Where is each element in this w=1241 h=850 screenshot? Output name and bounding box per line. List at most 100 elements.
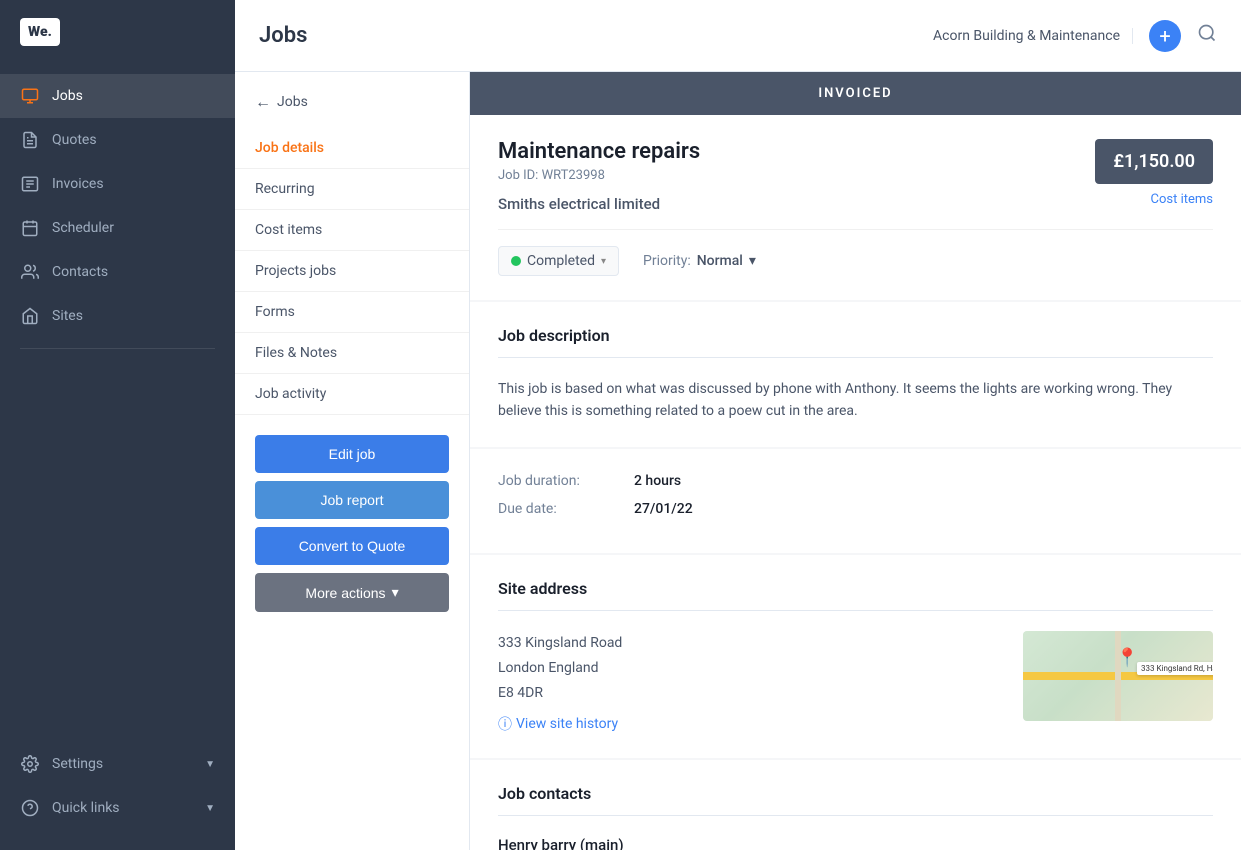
view-history-label: View site history (516, 716, 618, 732)
job-id: Job ID: WRT23998 (498, 168, 700, 183)
address-line-1: 333 Kingsland Road (498, 631, 1003, 656)
scheduler-icon (20, 218, 40, 238)
settings-icon (20, 754, 40, 774)
job-report-button[interactable]: Job report (255, 481, 449, 519)
menu-item-job-activity[interactable]: Job activity (235, 374, 469, 415)
content-area: ← Jobs Job details Recurring Cost items … (235, 72, 1241, 850)
sidebar-settings-label: Settings (52, 756, 103, 772)
status-dot (511, 256, 521, 266)
back-label: Jobs (277, 94, 308, 110)
site-address-card: Site address 333 Kingsland Road London E… (470, 555, 1241, 759)
duration-value: 2 hours (634, 473, 681, 489)
address-line-3: E8 4DR (498, 681, 1003, 706)
action-buttons: Edit job Job report Convert to Quote Mor… (235, 415, 469, 632)
contact-name: Henry barry (main) (498, 836, 1213, 850)
settings-arrow-icon: ▼ (205, 759, 215, 770)
convert-to-quote-button[interactable]: Convert to Quote (255, 527, 449, 565)
menu-item-projects-jobs[interactable]: Projects jobs (235, 251, 469, 292)
job-title: Maintenance repairs (498, 139, 700, 164)
status-row: Completed ▾ Priority: Normal ▾ (498, 229, 1213, 276)
address-line-2: London England (498, 656, 1003, 681)
edit-job-button[interactable]: Edit job (255, 435, 449, 473)
description-title: Job description (498, 326, 1213, 345)
job-info: Maintenance repairs Job ID: WRT23998 Smi… (498, 139, 700, 213)
sidebar-quick-links-label: Quick links (52, 800, 120, 816)
page-title: Jobs (259, 23, 917, 48)
sidebar: We. Jobs Quotes Invoices Scheduler (0, 0, 235, 850)
jobs-icon (20, 86, 40, 106)
map-inner: 📍 333 Kingsland Rd, Haggerston, London..… (1023, 631, 1213, 721)
job-header: Maintenance repairs Job ID: WRT23998 Smi… (498, 139, 1213, 213)
sidebar-item-invoices[interactable]: Invoices (0, 162, 235, 206)
job-header-card: Maintenance repairs Job ID: WRT23998 Smi… (470, 115, 1241, 300)
map-thumbnail[interactable]: 📍 333 Kingsland Rd, Haggerston, London..… (1023, 631, 1213, 721)
quick-links-icon (20, 798, 40, 818)
sidebar-bottom: Settings ▼ Quick links ▼ (0, 732, 235, 850)
sidebar-item-jobs-label: Jobs (52, 88, 83, 104)
due-date-value: 27/01/22 (634, 501, 693, 517)
company-name: Acorn Building & Maintenance (933, 28, 1133, 44)
main-area: Jobs Acorn Building & Maintenance + ← Jo… (235, 0, 1241, 850)
sidebar-item-sites[interactable]: Sites (0, 294, 235, 338)
status-dropdown[interactable]: Completed ▾ (498, 246, 619, 276)
menu-item-cost-items[interactable]: Cost items (235, 210, 469, 251)
sidebar-item-quick-links[interactable]: Quick links ▼ (0, 786, 235, 830)
job-contacts-card: Job contacts Henry barry (main) 0203 123… (470, 760, 1241, 850)
sidebar-item-scheduler-label: Scheduler (52, 220, 114, 236)
view-site-history-link[interactable]: ⓘ View site history (498, 714, 1003, 734)
address-divider (498, 610, 1213, 611)
priority-dropdown[interactable]: Priority: Normal ▾ (643, 253, 756, 269)
add-button[interactable]: + (1149, 20, 1181, 52)
status-chevron-icon: ▾ (601, 256, 606, 267)
more-actions-chevron-icon: ▾ (392, 584, 399, 601)
back-arrow-icon: ← (255, 92, 271, 112)
priority-label: Priority: (643, 253, 691, 269)
sidebar-item-quotes[interactable]: Quotes (0, 118, 235, 162)
contacts-icon (20, 262, 40, 282)
price-block: £1,150.00 Cost items (1095, 139, 1213, 207)
header: Jobs Acorn Building & Maintenance + (235, 0, 1241, 72)
price-amount: £1,150.00 (1095, 139, 1213, 184)
sidebar-item-scheduler[interactable]: Scheduler (0, 206, 235, 250)
menu-item-job-details[interactable]: Job details (235, 128, 469, 169)
view-history-icon: ⓘ (498, 714, 512, 734)
due-date-label: Due date: (498, 501, 618, 517)
sites-icon (20, 306, 40, 326)
status-label: Completed (527, 253, 595, 269)
map-label: 333 Kingsland Rd, Haggerston, London... (1137, 662, 1213, 675)
description-card: Job description This job is based on wha… (470, 302, 1241, 447)
description-text: This job is based on what was discussed … (498, 378, 1213, 423)
search-button[interactable] (1197, 23, 1217, 48)
sidebar-divider (20, 348, 215, 349)
invoices-icon (20, 174, 40, 194)
job-company: Smiths electrical limited (498, 195, 700, 213)
quotes-icon (20, 130, 40, 150)
duration-label: Job duration: (498, 473, 618, 489)
sidebar-item-invoices-label: Invoices (52, 176, 104, 192)
job-id-label: Job ID: (498, 168, 538, 183)
quick-links-arrow-icon: ▼ (205, 803, 215, 814)
site-address-title: Site address (498, 579, 1213, 598)
address-text: 333 Kingsland Road London England E8 4DR… (498, 631, 1003, 735)
logo-area: We. (0, 0, 235, 64)
sidebar-item-settings[interactable]: Settings ▼ (0, 742, 235, 786)
sidebar-item-jobs[interactable]: Jobs (0, 74, 235, 118)
left-panel: ← Jobs Job details Recurring Cost items … (235, 72, 470, 850)
menu-item-files-notes[interactable]: Files & Notes (235, 333, 469, 374)
more-actions-label: More actions (305, 585, 385, 601)
sidebar-item-contacts[interactable]: Contacts (0, 250, 235, 294)
duration-row: Job duration: 2 hours (498, 473, 1213, 489)
back-to-jobs[interactable]: ← Jobs (235, 92, 469, 128)
description-divider (498, 357, 1213, 358)
map-road-vertical (1115, 631, 1121, 721)
contacts-title: Job contacts (498, 784, 1213, 803)
status-banner: INVOICED (470, 72, 1241, 115)
priority-value: Normal (697, 253, 743, 269)
more-actions-button[interactable]: More actions ▾ (255, 573, 449, 612)
cost-items-link[interactable]: Cost items (1095, 192, 1213, 207)
contacts-divider (498, 815, 1213, 816)
menu-item-recurring[interactable]: Recurring (235, 169, 469, 210)
right-panel: INVOICED Maintenance repairs Job ID: WRT… (470, 72, 1241, 850)
priority-chevron-icon: ▾ (749, 253, 756, 269)
menu-item-forms[interactable]: Forms (235, 292, 469, 333)
